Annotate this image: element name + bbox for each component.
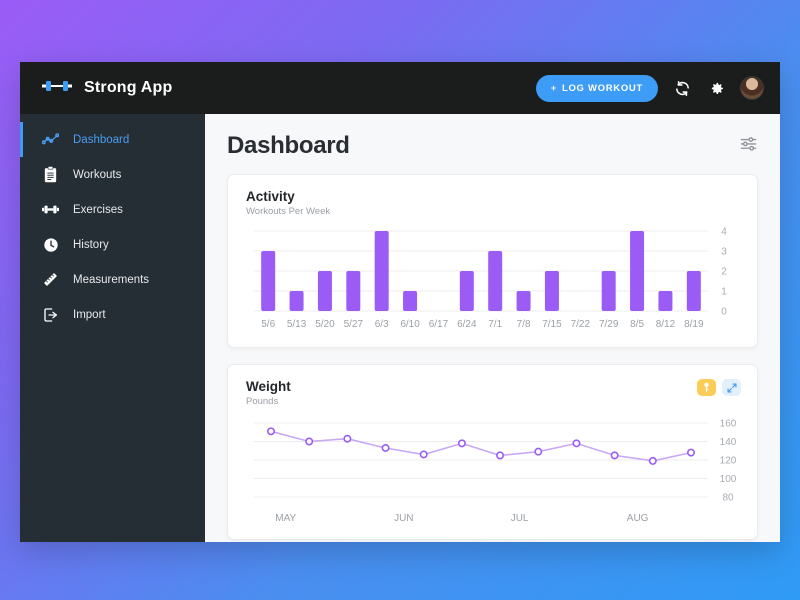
svg-text:7/22: 7/22 [571, 319, 591, 330]
svg-text:6/17: 6/17 [429, 319, 449, 330]
sidebar-item-import[interactable]: Import [20, 297, 205, 332]
card-title: Weight [246, 379, 291, 394]
line-chart-icon [42, 131, 59, 148]
svg-text:7/8: 7/8 [517, 319, 531, 330]
sliders-icon[interactable] [739, 134, 758, 158]
weight-chart: 80 100 120 140 160 MAY JUN JUL AUG [246, 417, 741, 529]
log-workout-button[interactable]: + LOG WORKOUT [535, 74, 658, 102]
svg-text:JUN: JUN [394, 513, 413, 524]
sidebar-item-label: History [73, 238, 109, 251]
svg-text:6/10: 6/10 [400, 319, 420, 330]
sidebar-item-workouts[interactable]: Workouts [20, 157, 205, 192]
svg-text:3: 3 [721, 247, 727, 258]
svg-text:5/20: 5/20 [315, 319, 335, 330]
card-subtitle: Workouts Per Week [246, 206, 331, 217]
svg-text:6/24: 6/24 [457, 319, 477, 330]
sidebar-item-measurements[interactable]: Measurements [20, 262, 205, 297]
sidebar-item-label: Exercises [73, 203, 123, 216]
svg-text:AUG: AUG [627, 513, 649, 524]
page-title: Dashboard [227, 132, 350, 159]
card-title: Activity [246, 189, 295, 204]
svg-text:8/19: 8/19 [684, 319, 704, 330]
avatar[interactable] [740, 76, 764, 100]
svg-text:7/1: 7/1 [488, 319, 502, 330]
activity-card: Activity Workouts Per Week 0 1 2 3 4 5/6 5/13 5… [227, 174, 758, 348]
sidebar-item-history[interactable]: History [20, 227, 205, 262]
sidebar: Dashboard Workouts Exercises History Mea… [20, 114, 205, 542]
sync-icon[interactable] [672, 78, 692, 98]
top-bar: Strong App + LOG WORKOUT [20, 62, 780, 114]
svg-text:MAY: MAY [275, 513, 296, 524]
sidebar-item-dashboard[interactable]: Dashboard [20, 122, 205, 157]
sidebar-item-label: Import [73, 308, 106, 321]
svg-text:0: 0 [721, 307, 727, 318]
page-header: Dashboard [227, 132, 758, 160]
svg-text:2: 2 [721, 267, 727, 278]
app-body: Dashboard Workouts Exercises History Mea… [20, 114, 780, 542]
svg-text:8/5: 8/5 [630, 319, 644, 330]
sidebar-item-label: Dashboard [73, 133, 130, 146]
main-content: Dashboard Activity Workouts Per Week 0 1… [205, 114, 780, 542]
sidebar-item-exercises[interactable]: Exercises [20, 192, 205, 227]
svg-text:6/3: 6/3 [375, 319, 389, 330]
dumbbell-icon [42, 78, 72, 99]
svg-text:8/12: 8/12 [656, 319, 676, 330]
import-icon [42, 306, 59, 323]
weight-card-actions [697, 379, 741, 396]
expand-arrows-icon[interactable] [722, 379, 741, 396]
svg-text:7/15: 7/15 [542, 319, 562, 330]
svg-text:5/27: 5/27 [344, 319, 364, 330]
svg-text:160: 160 [720, 419, 737, 430]
sidebar-item-label: Measurements [73, 273, 150, 286]
activity-bar-chart-svg: 0 1 2 3 4 5/6 5/13 5/20 5/27 6/3 6/10 6/17 6/24 7/1 7/… [254, 227, 727, 330]
svg-text:4: 4 [721, 227, 727, 238]
plus-icon: + [550, 82, 557, 94]
weight-card: Weight Pounds 80 100 120 140 160 MAY JUN… [227, 364, 758, 540]
svg-text:5/6: 5/6 [261, 319, 275, 330]
clock-icon [42, 236, 59, 253]
svg-text:JUL: JUL [511, 513, 529, 524]
app-window: Strong App + LOG WORKOUT Dashboard Worko… [20, 62, 780, 542]
dumbbell-icon [42, 201, 59, 218]
gear-icon[interactable] [706, 78, 726, 98]
svg-text:80: 80 [722, 493, 734, 504]
card-subtitle: Pounds [246, 396, 279, 407]
sidebar-item-label: Workouts [73, 168, 122, 181]
svg-text:5/13: 5/13 [287, 319, 307, 330]
svg-text:100: 100 [720, 474, 737, 485]
activity-chart: 0 1 2 3 4 5/6 5/13 5/20 5/27 6/3 6/10 6/17 6/24 7/1 7/… [246, 227, 741, 337]
svg-text:120: 120 [720, 456, 737, 467]
ruler-icon [42, 271, 59, 288]
topbar-actions: + LOG WORKOUT [535, 74, 764, 102]
key-badge-icon[interactable] [697, 379, 716, 396]
svg-text:1: 1 [721, 287, 727, 298]
clipboard-icon [42, 166, 59, 183]
activity-card-header: Activity Workouts Per Week [246, 189, 741, 217]
brand-title: Strong App [84, 79, 173, 96]
weight-line-chart-svg: 80 100 120 140 160 MAY JUN JUL AUG [254, 419, 737, 524]
brand: Strong App [42, 78, 173, 99]
svg-text:7/29: 7/29 [599, 319, 619, 330]
svg-text:140: 140 [720, 437, 737, 448]
log-workout-label: LOG WORKOUT [561, 82, 643, 94]
weight-card-header: Weight Pounds [246, 379, 741, 407]
